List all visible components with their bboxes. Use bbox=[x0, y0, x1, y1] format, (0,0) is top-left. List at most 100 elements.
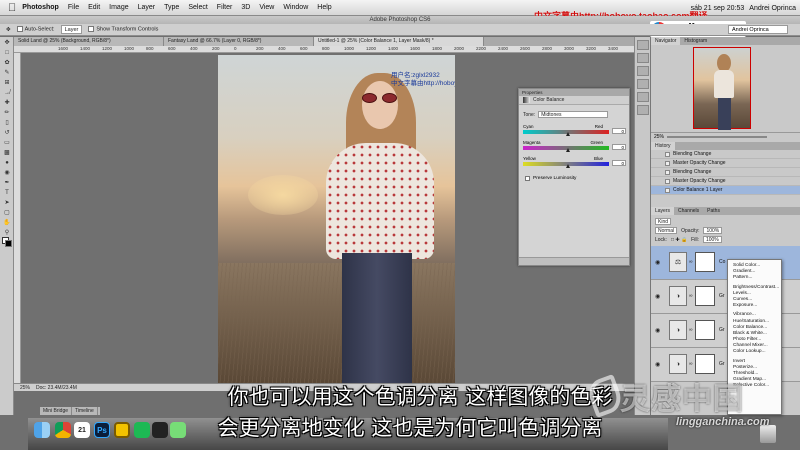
actions-panel-icon[interactable] bbox=[637, 53, 649, 63]
cyan-red-value[interactable]: 0 bbox=[612, 128, 626, 134]
lasso-icon[interactable]: ✿ bbox=[1, 58, 13, 67]
layer-name[interactable]: Gr bbox=[719, 327, 725, 333]
menu-edit[interactable]: Edit bbox=[88, 4, 100, 11]
hand-icon[interactable]: ✋ bbox=[1, 218, 13, 227]
eye-icon[interactable]: ◉ bbox=[655, 293, 660, 300]
menu-type[interactable]: Type bbox=[164, 4, 179, 11]
menu-window[interactable]: Window bbox=[283, 4, 308, 11]
tab-paths[interactable]: Paths bbox=[703, 207, 724, 215]
navigator-preview[interactable] bbox=[693, 47, 751, 130]
tone-dropdown[interactable]: Midtones bbox=[538, 111, 609, 118]
layer-name[interactable]: Gr bbox=[719, 293, 725, 299]
transform-checkbox[interactable] bbox=[88, 26, 95, 33]
layer-select-dropdown[interactable]: Layer bbox=[60, 25, 83, 34]
yellow-blue-slider[interactable]: Yellow Blue 0 bbox=[519, 156, 629, 168]
yellow-blue-track[interactable] bbox=[523, 162, 609, 168]
preserve-luminosity-checkbox[interactable] bbox=[525, 176, 530, 181]
menu-image[interactable]: Image bbox=[109, 4, 128, 11]
auto-select-checkbox[interactable] bbox=[16, 26, 23, 33]
link-icon[interactable]: ∞ bbox=[689, 293, 693, 299]
history-item[interactable]: Master Opacity Change bbox=[651, 159, 800, 168]
navigator-zoom-slider[interactable] bbox=[667, 135, 768, 138]
brush-icon[interactable]: ✏ bbox=[1, 108, 13, 117]
fill-field[interactable]: 100% bbox=[702, 236, 722, 243]
yellow-blue-value[interactable]: 0 bbox=[612, 160, 626, 166]
info-panel-icon[interactable] bbox=[637, 66, 649, 76]
navigator-zoom-value[interactable]: 25% bbox=[654, 134, 664, 140]
history-item-active[interactable]: Color Balance 1 Layer bbox=[651, 186, 800, 195]
adjustment-layer-icon[interactable]: ◑ bbox=[669, 354, 687, 374]
paragraph-panel-icon[interactable] bbox=[637, 92, 649, 102]
cyan-red-track[interactable] bbox=[523, 130, 609, 136]
zoom-icon[interactable]: ⚲ bbox=[1, 228, 13, 237]
tab-layers[interactable]: Layers bbox=[651, 207, 675, 215]
eye-icon[interactable]: ◉ bbox=[655, 327, 660, 334]
background-color-swatch[interactable] bbox=[5, 240, 12, 247]
menu-filter[interactable]: Filter bbox=[217, 4, 233, 11]
history-brush-icon[interactable]: ↺ bbox=[1, 128, 13, 137]
adjustment-layer-icon[interactable]: ◑ bbox=[669, 286, 687, 306]
magenta-green-slider[interactable]: Magenta Green 0 bbox=[519, 140, 629, 152]
layer-kind-filter[interactable]: Kind bbox=[655, 218, 672, 225]
move-icon[interactable]: ✥ bbox=[1, 38, 13, 47]
lock-icons[interactable]: □ ✚ 🔒 bbox=[671, 237, 687, 243]
menu-file[interactable]: File bbox=[68, 4, 79, 11]
tab-untitled-1[interactable]: Untitled-1 @ 25% (Color Balance 1, Layer… bbox=[314, 37, 484, 46]
link-icon[interactable]: ∞ bbox=[689, 361, 693, 367]
blend-mode-dropdown[interactable]: Normal bbox=[655, 227, 678, 234]
eye-icon[interactable]: ◉ bbox=[655, 259, 660, 266]
tab-solid-land[interactable]: Solid Land @ 25% (Background, RGB/8*) bbox=[14, 37, 164, 46]
type-icon[interactable]: T bbox=[1, 188, 13, 197]
marquee-icon[interactable]: □ bbox=[1, 48, 13, 57]
auto-select-label[interactable]: Auto-Select: bbox=[16, 26, 55, 33]
eraser-icon[interactable]: ▭ bbox=[1, 138, 13, 147]
history-panel-icon[interactable] bbox=[637, 40, 649, 50]
healing-icon[interactable]: ✚ bbox=[1, 98, 13, 107]
user-name[interactable]: Andrei Oprinca bbox=[749, 5, 796, 12]
layer-name[interactable]: Gr bbox=[719, 361, 725, 367]
menu-help[interactable]: Help bbox=[317, 4, 331, 11]
history-item[interactable]: Master Opacity Change bbox=[651, 177, 800, 186]
workspace-dropdown[interactable]: Andrei Oprinca bbox=[728, 25, 788, 34]
pen-icon[interactable]: ✒ bbox=[1, 178, 13, 187]
link-icon[interactable]: ∞ bbox=[689, 327, 693, 333]
crop-icon[interactable]: ⊞ bbox=[1, 78, 13, 87]
layer-mask-thumbnail[interactable] bbox=[695, 252, 715, 272]
history-item[interactable]: Blending Change bbox=[651, 150, 800, 159]
blur-icon[interactable]: ● bbox=[1, 158, 13, 167]
stamp-icon[interactable]: ▯ bbox=[1, 118, 13, 127]
move-tool-icon[interactable]: ✥ bbox=[6, 27, 11, 33]
quick-select-icon[interactable]: ✎ bbox=[1, 68, 13, 77]
menu-select[interactable]: Select bbox=[188, 4, 207, 11]
tab-navigator[interactable]: Navigator bbox=[651, 37, 681, 45]
tab-histogram[interactable]: Histogram bbox=[680, 37, 711, 45]
menu-layer[interactable]: Layer bbox=[138, 4, 156, 11]
slider-thumb[interactable] bbox=[566, 164, 570, 168]
transform-controls[interactable]: Show Transform Controls bbox=[88, 26, 158, 33]
apple-icon[interactable]:  bbox=[8, 2, 16, 14]
properties-title[interactable]: Properties bbox=[519, 89, 629, 96]
tab-history[interactable]: History bbox=[651, 142, 675, 150]
history-item[interactable]: Blending Change bbox=[651, 168, 800, 177]
color-balance-adjustment-icon[interactable]: ⚖ bbox=[669, 252, 687, 272]
magenta-green-track[interactable] bbox=[523, 146, 609, 152]
tab-channels[interactable]: Channels bbox=[674, 207, 703, 215]
slider-thumb[interactable] bbox=[566, 148, 570, 152]
character-panel-icon[interactable] bbox=[637, 79, 649, 89]
slider-thumb[interactable] bbox=[566, 132, 570, 136]
opacity-field[interactable]: 100% bbox=[703, 227, 723, 234]
layer-mask-thumbnail[interactable] bbox=[695, 354, 715, 374]
menu-photoshop[interactable]: Photoshop bbox=[22, 4, 59, 11]
dodge-icon[interactable]: ◉ bbox=[1, 168, 13, 177]
path-select-icon[interactable]: ➤ bbox=[1, 198, 13, 207]
preserve-luminosity[interactable]: Preserve Luminosity bbox=[519, 176, 629, 181]
magenta-green-value[interactable]: 0 bbox=[612, 144, 626, 150]
eyedropper-icon[interactable]: ↛ bbox=[1, 88, 13, 97]
menu-view[interactable]: View bbox=[259, 4, 274, 11]
menu-3d[interactable]: 3D bbox=[241, 4, 250, 11]
cyan-red-slider[interactable]: Cyan Red 0 bbox=[519, 124, 629, 136]
shape-icon[interactable]: ▢ bbox=[1, 208, 13, 217]
layer-mask-thumbnail[interactable] bbox=[695, 286, 715, 306]
properties-panel-icon[interactable] bbox=[637, 105, 649, 115]
eye-icon[interactable]: ◉ bbox=[655, 361, 660, 368]
